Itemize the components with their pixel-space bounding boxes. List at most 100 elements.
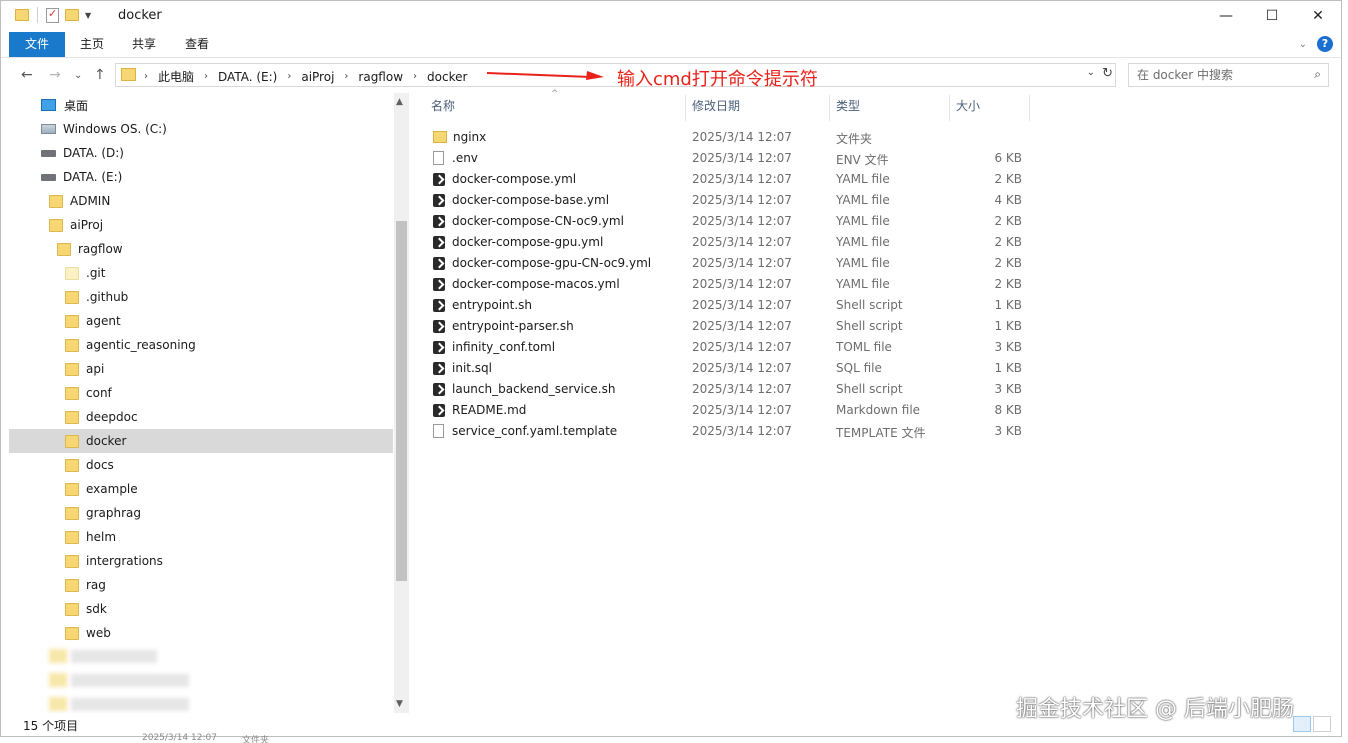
nav-item-drive-c[interactable]: Windows OS. (C:)	[9, 117, 393, 141]
nav-item-web[interactable]: web	[9, 621, 393, 645]
file-row[interactable]: launch_backend_service.sh 2025/3/14 12:0…	[417, 379, 1037, 400]
tab-home[interactable]: 主页	[71, 32, 113, 57]
refresh-icon[interactable]: ↻	[1102, 66, 1113, 81]
file-row[interactable]: entrypoint-parser.sh 2025/3/14 12:07 She…	[417, 316, 1037, 337]
file-date: 2025/3/14 12:07	[692, 130, 792, 144]
breadcrumb-docker[interactable]: docker	[427, 70, 467, 84]
column-divider[interactable]	[949, 95, 950, 121]
address-bar[interactable]: › 此电脑 › DATA. (E:) › aiProj › ragflow › …	[115, 63, 1116, 87]
file-row[interactable]: nginx 2025/3/14 12:07 文件夹	[417, 127, 1037, 148]
file-type: YAML file	[836, 193, 890, 207]
scrollbar-thumb[interactable]	[396, 221, 407, 581]
search-input[interactable]	[1129, 64, 1299, 86]
nav-item-aiproj[interactable]: aiProj	[9, 213, 393, 237]
file-row[interactable]: entrypoint.sh 2025/3/14 12:07 Shell scri…	[417, 295, 1037, 316]
file-row[interactable]: docker-compose-CN-oc9.yml 2025/3/14 12:0…	[417, 211, 1037, 232]
breadcrumb: › 此电脑 › DATA. (E:) › aiProj › ragflow › …	[144, 68, 467, 85]
customize-toolbar-dropdown-icon[interactable]: ▼	[85, 11, 91, 20]
breadcrumb-this-pc[interactable]: 此电脑	[158, 68, 194, 85]
nav-item-rag[interactable]: rag	[9, 573, 393, 597]
column-header-name[interactable]: 名称	[431, 93, 455, 119]
tab-file[interactable]: 文件	[9, 32, 65, 57]
nav-item-conf[interactable]: conf	[9, 381, 393, 405]
tab-view[interactable]: 查看	[176, 32, 218, 57]
back-arrow-icon[interactable]: ←	[21, 67, 33, 83]
nav-item-sdk[interactable]: sdk	[9, 597, 393, 621]
chevron-right-icon[interactable]: ›	[287, 71, 291, 82]
nav-item-drive-d[interactable]: DATA. (D:)	[9, 141, 393, 165]
scroll-up-icon[interactable]: ▲	[396, 97, 403, 107]
column-divider[interactable]	[685, 95, 686, 121]
breadcrumb-ragflow[interactable]: ragflow	[358, 70, 403, 84]
recent-locations-dropdown-icon[interactable]: ⌄	[74, 70, 82, 81]
nav-scrollbar[interactable]: ▲ ▼	[394, 93, 409, 713]
nav-item-example[interactable]: example	[9, 477, 393, 501]
file-row[interactable]: docker-compose-macos.yml 2025/3/14 12:07…	[417, 274, 1037, 295]
properties-icon[interactable]	[46, 7, 59, 23]
file-type: YAML file	[836, 235, 890, 249]
chevron-right-icon[interactable]: ›	[204, 71, 208, 82]
file-date: 2025/3/14 12:07	[692, 319, 792, 333]
ribbon-right-controls: ⌄ ?	[1299, 36, 1333, 52]
file-type: TEMPLATE 文件	[836, 426, 926, 440]
breadcrumb-aiproj[interactable]: aiProj	[301, 70, 334, 84]
expand-ribbon-icon[interactable]: ⌄	[1299, 39, 1307, 50]
forward-arrow-icon[interactable]: →	[49, 67, 61, 83]
column-header-type[interactable]: 类型	[836, 93, 860, 119]
up-arrow-icon[interactable]: ↑	[94, 67, 106, 83]
file-row[interactable]: docker-compose.yml 2025/3/14 12:07 YAML …	[417, 169, 1037, 190]
nav-item-desktop[interactable]: 桌面	[9, 93, 393, 117]
nav-item-agent[interactable]: agent	[9, 309, 393, 333]
column-header-date[interactable]: 修改日期	[692, 93, 740, 119]
scroll-down-icon[interactable]: ▼	[396, 699, 403, 709]
nav-item-ragflow[interactable]: ragflow	[9, 237, 393, 261]
help-icon[interactable]: ?	[1317, 36, 1333, 52]
column-divider[interactable]	[829, 95, 830, 121]
file-type: Markdown file	[836, 403, 921, 417]
view-switcher	[1293, 716, 1331, 732]
nav-item-helm[interactable]: helm	[9, 525, 393, 549]
file-row[interactable]: README.md 2025/3/14 12:07 Markdown file …	[417, 400, 1037, 421]
chevron-right-icon[interactable]: ›	[344, 71, 348, 82]
maximize-button[interactable]: ☐	[1249, 1, 1295, 31]
file-date: 2025/3/14 12:07	[692, 403, 792, 417]
folder-icon	[121, 68, 136, 81]
nav-item-admin[interactable]: ADMIN	[9, 189, 393, 213]
nav-item-label: Windows OS. (C:)	[63, 122, 167, 136]
chevron-right-icon[interactable]: ›	[144, 71, 148, 82]
nav-item-deepdoc[interactable]: deepdoc	[9, 405, 393, 429]
folder-icon	[49, 218, 63, 232]
address-history-dropdown-icon[interactable]: ⌄	[1087, 67, 1095, 78]
file-row[interactable]: init.sql 2025/3/14 12:07 SQL file 1 KB	[417, 358, 1037, 379]
file-row[interactable]: .env 2025/3/14 12:07 ENV 文件 6 KB	[417, 148, 1037, 169]
file-row[interactable]: service_conf.yaml.template 2025/3/14 12:…	[417, 421, 1037, 442]
nav-item-graphrag[interactable]: graphrag	[9, 501, 393, 525]
details-view-icon[interactable]	[1293, 716, 1311, 732]
column-divider[interactable]	[1029, 95, 1030, 121]
nav-item-api[interactable]: api	[9, 357, 393, 381]
search-icon[interactable]: ⌕	[1314, 67, 1321, 82]
tab-share[interactable]: 共享	[123, 32, 165, 57]
chevron-right-icon[interactable]: ›	[413, 71, 417, 82]
file-row[interactable]: docker-compose-gpu-CN-oc9.yml 2025/3/14 …	[417, 253, 1037, 274]
breadcrumb-data-e[interactable]: DATA. (E:)	[218, 70, 277, 84]
file-row[interactable]: docker-compose-gpu.yml 2025/3/14 12:07 Y…	[417, 232, 1037, 253]
new-folder-icon[interactable]	[65, 9, 79, 21]
large-icons-view-icon[interactable]	[1313, 716, 1331, 732]
nav-item-git[interactable]: .git	[9, 261, 393, 285]
nav-item-docker[interactable]: docker	[9, 429, 393, 453]
nav-item-docs[interactable]: docs	[9, 453, 393, 477]
nav-item-intergrations[interactable]: intergrations	[9, 549, 393, 573]
nav-item-drive-e[interactable]: DATA. (E:)	[9, 165, 393, 189]
file-type: Shell script	[836, 298, 903, 312]
file-list: ^ 名称 修改日期 类型 大小 nginx 2025/3/14 12:07 文件…	[417, 89, 1337, 713]
file-row[interactable]: docker-compose-base.yml 2025/3/14 12:07 …	[417, 190, 1037, 211]
close-button[interactable]: ✕	[1295, 1, 1341, 31]
nav-item-github[interactable]: .github	[9, 285, 393, 309]
column-header-size[interactable]: 大小	[956, 93, 980, 119]
minimize-button[interactable]: —	[1203, 1, 1249, 31]
file-row[interactable]: infinity_conf.toml 2025/3/14 12:07 TOML …	[417, 337, 1037, 358]
nav-item-agentic-reasoning[interactable]: agentic_reasoning	[9, 333, 393, 357]
redacted-folder-icon	[49, 673, 67, 687]
search-box[interactable]: ⌕	[1128, 63, 1329, 87]
